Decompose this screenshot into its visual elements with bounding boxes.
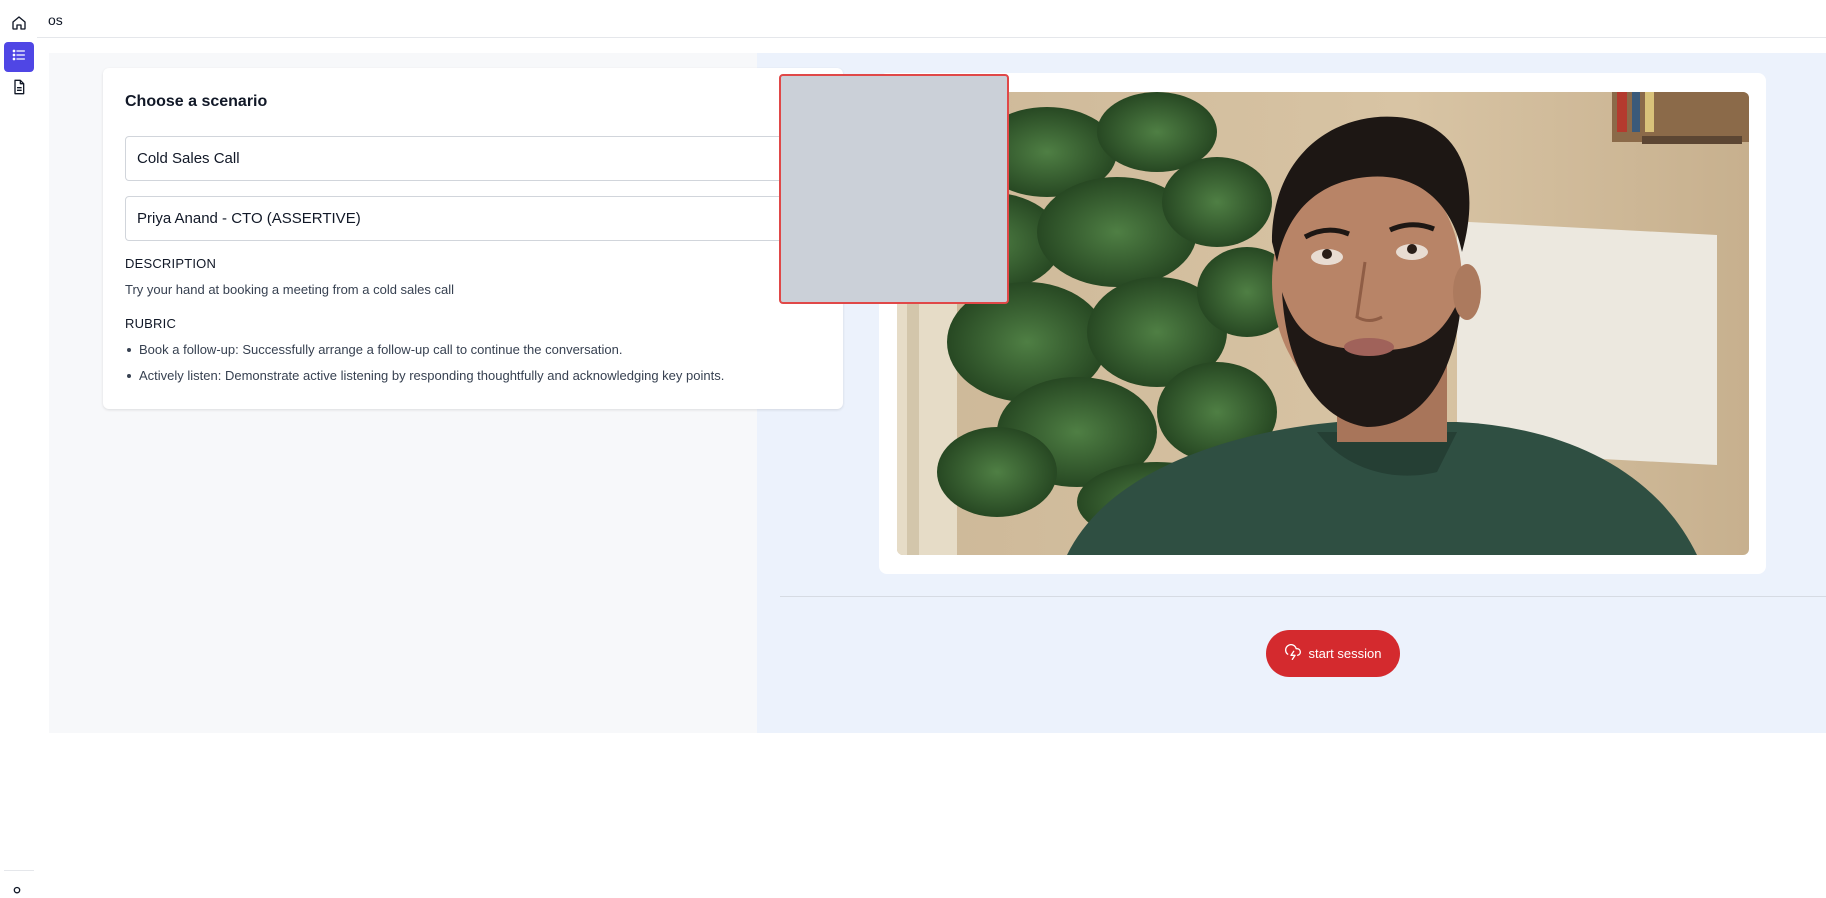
list-icon: [11, 47, 27, 68]
user-icon[interactable]: [9, 886, 25, 898]
persona-select[interactable]: Priya Anand - CTO (ASSERTIVE): [125, 196, 821, 241]
scenario-card: Choose a scenario Cold Sales Call Priya …: [103, 68, 843, 409]
description-text: Try your hand at booking a meeting from …: [125, 282, 455, 297]
rubric-item: Actively listen: Demonstrate active list…: [125, 367, 825, 393]
description-label: DESCRIPTION: [125, 256, 217, 271]
home-icon: [11, 15, 27, 36]
persona-select-value: Priya Anand - CTO (ASSERTIVE): [137, 210, 361, 227]
rubric-label: RUBRIC: [125, 316, 177, 331]
cloud-lightning-icon: [1284, 644, 1301, 663]
sidebar-divider: [4, 870, 34, 871]
scenario-heading: Choose a scenario: [125, 93, 268, 110]
session-divider: [780, 596, 1826, 597]
start-session-label: start session: [1308, 646, 1382, 661]
document-icon: [11, 79, 27, 100]
webcam-video: [897, 92, 1749, 555]
sidebar: [0, 0, 37, 898]
page-title: os: [48, 12, 63, 28]
sidebar-item-home[interactable]: [4, 10, 34, 40]
sidebar-item-scenarios[interactable]: [4, 42, 34, 72]
rubric-list: Book a follow-up: Successfully arrange a…: [125, 341, 825, 393]
sidebar-item-documents[interactable]: [4, 74, 34, 104]
self-view-placeholder: [779, 74, 1009, 304]
scenario-select-value: Cold Sales Call: [137, 150, 240, 167]
rubric-item: Book a follow-up: Successfully arrange a…: [125, 341, 825, 367]
start-session-button[interactable]: start session: [1266, 630, 1400, 677]
scenario-select[interactable]: Cold Sales Call: [125, 136, 821, 181]
top-bar: os: [37, 0, 1826, 38]
